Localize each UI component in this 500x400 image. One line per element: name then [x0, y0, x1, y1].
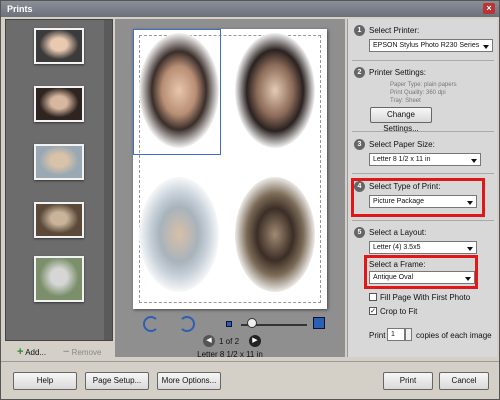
thumbnail-photo-3[interactable] — [34, 144, 84, 180]
thumbnail-photo-1[interactable] — [34, 28, 84, 64]
divider — [352, 131, 494, 132]
copies-input[interactable]: 1 — [387, 328, 405, 341]
copies-prefix: Print — [369, 331, 386, 340]
close-icon[interactable]: × — [483, 3, 495, 14]
layout-select[interactable]: Letter (4) 3.5x5 — [369, 241, 477, 254]
step-number: 3 — [354, 139, 365, 150]
dialog-footer: Help Page Setup... More Options... Print… — [1, 361, 499, 399]
tray-info: Tray: Sheet — [390, 98, 421, 104]
add-label: Add... — [25, 348, 47, 357]
strip-toolbar: + Add... − Remove — [5, 343, 113, 359]
printer-value: EPSON Stylus Photo R230 Series — [373, 42, 480, 49]
print-quality-info: Print Quality: 360 dpi — [390, 90, 446, 96]
printer-select[interactable]: EPSON Stylus Photo R230 Series — [369, 39, 493, 52]
prints-dialog: Prints × + Add... − Remove ◀ 1 of 2 ▶ Le… — [0, 0, 500, 400]
paper-size-select-label: Select Paper Size: — [369, 140, 435, 149]
package-photo-4[interactable] — [235, 177, 315, 292]
highlight-print-type — [351, 178, 485, 217]
copies-suffix: copies of each image — [416, 331, 492, 340]
print-button[interactable]: Print — [383, 372, 433, 390]
chevron-down-icon — [483, 45, 489, 49]
next-page-icon[interactable]: ▶ — [249, 335, 261, 347]
remove-label: Remove — [71, 348, 102, 357]
fill-page-checkbox[interactable] — [369, 293, 377, 301]
help-button[interactable]: Help — [13, 372, 77, 390]
paper-size-value: Letter 8 1/2 x 11 in — [373, 156, 431, 163]
zoom-out-icon[interactable] — [226, 321, 232, 327]
thumbnail-strip — [5, 19, 113, 341]
cancel-button[interactable]: Cancel — [439, 372, 489, 390]
divider — [352, 220, 494, 221]
print-preview: ◀ 1 of 2 ▶ Letter 8 1/2 x 11 in — [115, 19, 345, 359]
previous-page-icon[interactable]: ◀ — [203, 335, 215, 347]
chevron-down-icon — [467, 247, 473, 251]
selected-photo-outline — [133, 29, 221, 155]
page-indicator: 1 of 2 — [219, 337, 240, 346]
paper-size-select[interactable]: Letter 8 1/2 x 11 in — [369, 153, 481, 166]
crop-to-fit-checkbox[interactable]: ✓ — [369, 307, 377, 315]
thumbnail-photo-2[interactable] — [34, 86, 84, 122]
fill-page-label: Fill Page With First Photo — [380, 293, 471, 302]
check-icon: ✓ — [370, 308, 376, 315]
thumbnail-photo-5[interactable] — [34, 256, 84, 302]
rotate-left-icon[interactable] — [143, 316, 159, 332]
printer-settings-label: Printer Settings: — [369, 68, 426, 77]
divider — [352, 173, 494, 174]
step-number: 1 — [354, 25, 365, 36]
change-settings-button[interactable]: Change Settings... — [370, 107, 432, 133]
plus-icon: + — [17, 346, 24, 358]
copies-stepper[interactable] — [405, 328, 412, 341]
rotate-right-icon[interactable] — [179, 316, 195, 332]
zoom-in-icon[interactable] — [313, 317, 325, 329]
divider — [352, 60, 494, 61]
minus-icon: − — [63, 346, 70, 358]
strip-scrollbar[interactable] — [104, 20, 112, 340]
preview-page — [133, 29, 327, 309]
page-setup-button[interactable]: Page Setup... — [85, 372, 149, 390]
package-photo-3[interactable] — [139, 177, 219, 292]
thumbnail-photo-4[interactable] — [34, 202, 84, 238]
chevron-down-icon — [471, 159, 477, 163]
layout-label: Select a Layout: — [369, 228, 427, 237]
remove-button[interactable]: − Remove — [63, 346, 101, 358]
step-number: 2 — [354, 67, 365, 78]
paper-type-info: Paper Type: plain papers — [390, 82, 457, 88]
title-bar: Prints × — [1, 1, 499, 17]
zoom-slider-thumb[interactable] — [247, 318, 257, 328]
window-title: Prints — [7, 4, 33, 14]
paper-size-label: Letter 8 1/2 x 11 in — [197, 350, 263, 359]
more-options-button[interactable]: More Options... — [157, 372, 221, 390]
package-photo-2[interactable] — [235, 33, 315, 148]
print-options-panel: 1 Select Printer: EPSON Stylus Photo R23… — [347, 19, 497, 357]
printer-label: Select Printer: — [369, 26, 420, 35]
crop-to-fit-label: Crop to Fit — [380, 307, 418, 316]
step-number: 5 — [354, 227, 365, 238]
highlight-frame — [364, 255, 478, 289]
add-button[interactable]: + Add... — [17, 346, 46, 358]
layout-value: Letter (4) 3.5x5 — [373, 244, 421, 251]
